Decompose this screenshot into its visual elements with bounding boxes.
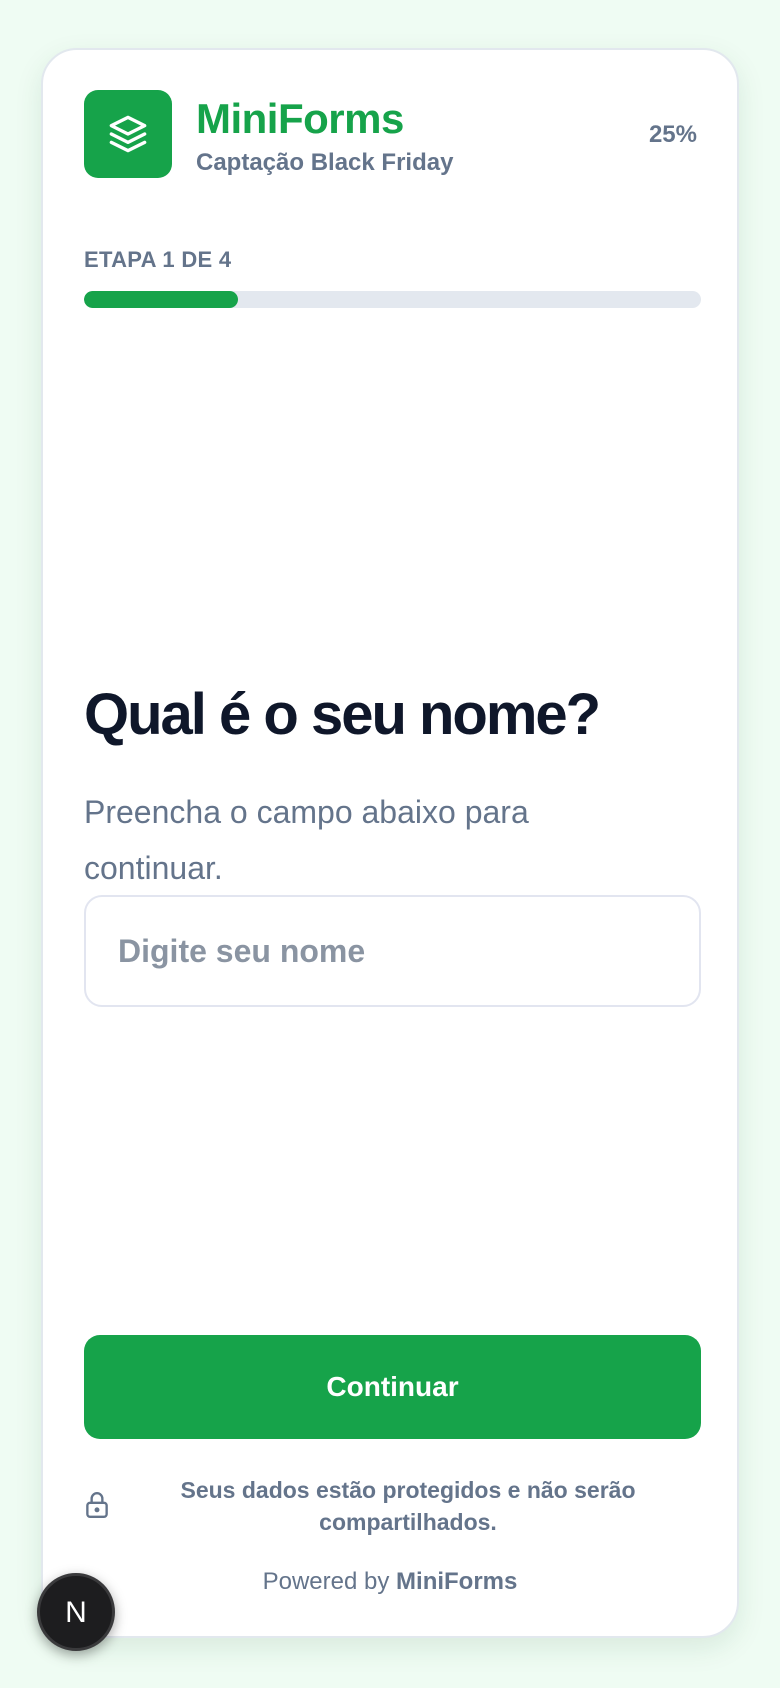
layers-icon bbox=[109, 115, 147, 153]
form-card: MiniForms Captação Black Friday 25% ETAP… bbox=[41, 48, 739, 1638]
powered-brand: MiniForms bbox=[396, 1568, 518, 1595]
progress-fill bbox=[84, 291, 239, 308]
step-label: ETAPA 1 DE 4 bbox=[84, 247, 232, 272]
privacy-notice: Seus dados estão protegidos e não serão … bbox=[180, 1477, 636, 1535]
nextjs-letter: N bbox=[65, 1596, 87, 1629]
brand-name: MiniForms bbox=[196, 95, 404, 142]
question-helper: Preencha o campo abaixo para continuar. bbox=[84, 794, 529, 886]
powered-by: Powered by MiniForms bbox=[43, 1566, 737, 1598]
continue-button[interactable]: Continuar bbox=[84, 1335, 701, 1439]
progress-percent: 25% bbox=[648, 121, 697, 148]
nextjs-dev-badge[interactable]: N bbox=[37, 1573, 115, 1651]
question-title: Qual é o seu nome? bbox=[84, 682, 601, 747]
nextjs-icon: N bbox=[65, 1596, 87, 1629]
progress-bar bbox=[84, 291, 701, 308]
powered-prefix: Powered by bbox=[262, 1568, 390, 1595]
lock-icon bbox=[86, 1492, 108, 1518]
brand-logo bbox=[84, 90, 172, 178]
name-input[interactable] bbox=[84, 895, 701, 1007]
form-subtitle: Captação Black Friday bbox=[196, 149, 454, 176]
